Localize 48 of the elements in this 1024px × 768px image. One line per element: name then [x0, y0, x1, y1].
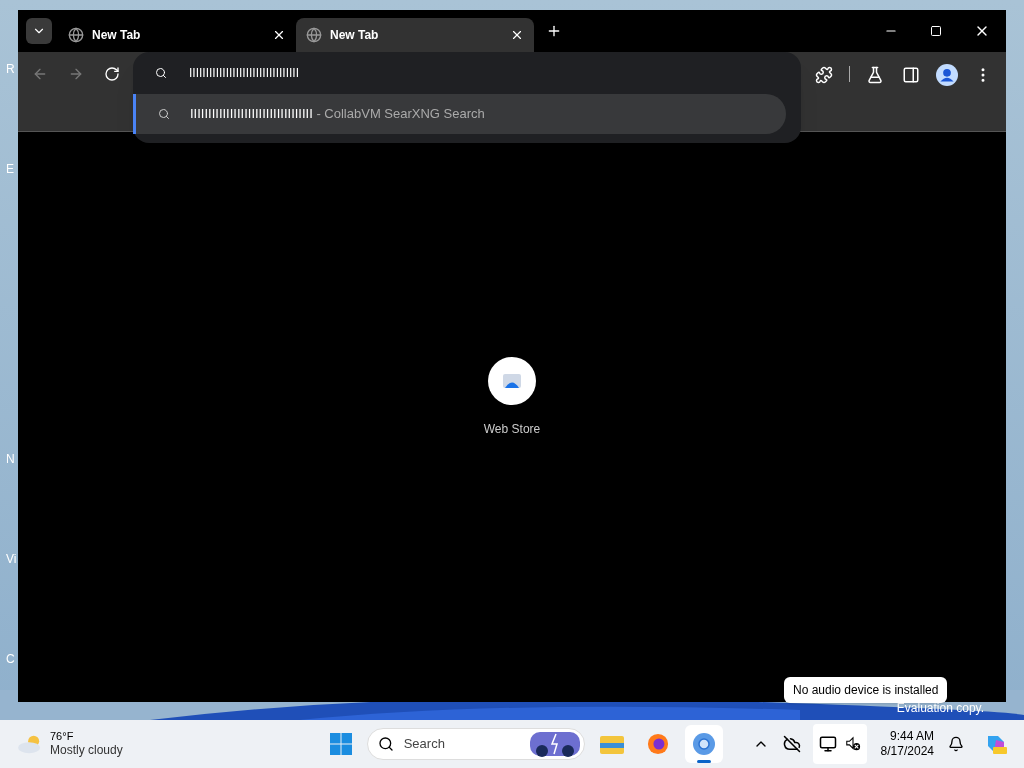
desktop-icon-label: C — [6, 651, 15, 668]
search-icon — [158, 108, 170, 120]
desktop-icon-label: N — [6, 451, 15, 468]
taskbar-app[interactable] — [684, 725, 723, 763]
close-icon[interactable] — [272, 28, 286, 42]
firefox-icon — [646, 733, 669, 755]
notification-bell-icon[interactable] — [948, 736, 964, 752]
clock-date[interactable]: 8/17/2024 — [880, 744, 934, 759]
flask-icon[interactable] — [866, 66, 884, 84]
globe-icon — [68, 27, 84, 43]
browser-tab[interactable]: New Tab — [58, 18, 296, 52]
reload-icon[interactable] — [104, 66, 120, 82]
back-icon[interactable] — [32, 66, 48, 82]
cloud-off-icon[interactable] — [782, 735, 801, 753]
desktop-icon-label: Vi — [6, 551, 17, 568]
tab-title: New Tab — [330, 27, 380, 44]
browser-icon — [691, 732, 716, 756]
system-tray-button[interactable] — [812, 724, 867, 764]
puzzle-icon[interactable] — [815, 66, 833, 84]
close-icon[interactable] — [510, 28, 524, 42]
weather-text: Mostly cloudy — [50, 743, 123, 759]
address-field[interactable]: IIIIIIIIIIIIIIIIIIIIIIIIIIIIIIIII — [189, 64, 801, 82]
tooltip: No audio device is installed — [784, 677, 948, 703]
speaker-muted-icon — [844, 736, 861, 752]
clock-time[interactable]: 9:44 AM — [889, 729, 934, 744]
maximize-icon[interactable] — [930, 25, 942, 37]
search-icon — [155, 67, 167, 79]
desktop-icon-label: E — [6, 161, 14, 178]
search-field[interactable]: Search — [366, 728, 585, 760]
profile-avatar-icon[interactable] — [936, 64, 958, 86]
web-store-icon[interactable] — [488, 356, 536, 405]
browser-tab[interactable]: New Tab — [296, 18, 534, 52]
suggestion-row[interactable]: IIIIIIIIIIIIIIIIIIIIIIIIIIIIIIIIII - CollabVM SearXNG Search — [133, 94, 786, 134]
desktop-icon-label: R — [6, 61, 15, 78]
new-tab-icon[interactable] — [546, 23, 562, 39]
windows-start-icon[interactable] — [328, 732, 353, 756]
side-panel-icon[interactable] — [902, 66, 920, 84]
tab-search-button[interactable] — [26, 18, 52, 44]
globe-icon — [306, 27, 322, 43]
tab-title: New Tab — [92, 27, 142, 44]
monitor-icon — [818, 735, 837, 753]
folder-icon — [599, 734, 624, 754]
shortcut-label[interactable]: Web Store — [483, 419, 541, 438]
search-placeholder: Search — [403, 735, 446, 754]
search-icon — [377, 736, 394, 752]
suggestion-text: IIIIIIIIIIIIIIIIIIIIIIIIIIIIIIIIII - CollabVM SearXNG Search — [190, 105, 485, 124]
temperature-text: 76°F — [50, 729, 75, 744]
forward-icon[interactable] — [68, 66, 84, 82]
